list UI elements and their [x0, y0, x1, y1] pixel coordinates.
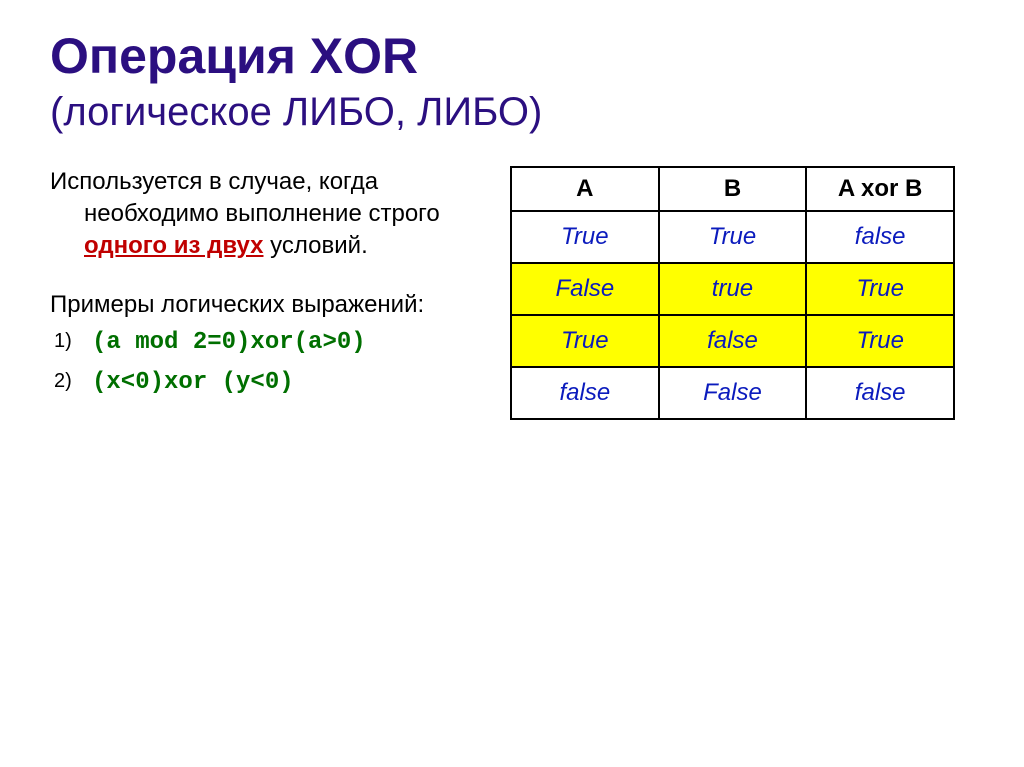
table-cell: True	[806, 315, 954, 367]
title-block: Операция XOR (логическое ЛИБО, ЛИБО)	[50, 28, 974, 136]
intro-accent: одного из двух	[84, 232, 263, 259]
intro-paragraph: Используется в случае, когда необходимо …	[50, 166, 480, 263]
table-cell: false	[806, 367, 954, 419]
examples-list: (a mod 2=0)xor(a>0) (x<0)xor (y<0)	[50, 325, 480, 400]
text-column: Используется в случае, когда необходимо …	[50, 166, 480, 406]
col-result: A xor B	[806, 167, 954, 211]
table-cell: False	[511, 263, 659, 315]
table-cell: False	[659, 367, 807, 419]
table-body: TrueTruefalseFalsetrueTrueTruefalseTruef…	[511, 211, 954, 419]
table-cell: True	[806, 263, 954, 315]
table-row: falseFalsefalse	[511, 367, 954, 419]
table-header-row: A B A xor B	[511, 167, 954, 211]
slide: Операция XOR (логическое ЛИБО, ЛИБО) Исп…	[0, 0, 1024, 767]
code-example: (x<0)xor (y<0)	[92, 369, 294, 396]
slide-subtitle: (логическое ЛИБО, ЛИБО)	[50, 88, 974, 136]
list-item: (x<0)xor (y<0)	[92, 365, 480, 399]
table-cell: True	[511, 315, 659, 367]
table-row: TrueTruefalse	[511, 211, 954, 263]
examples-label: Примеры логических выражений:	[50, 289, 480, 321]
table-cell: true	[659, 263, 807, 315]
table-row: TruefalseTrue	[511, 315, 954, 367]
table-row: FalsetrueTrue	[511, 263, 954, 315]
col-b: B	[659, 167, 807, 211]
intro-tail: условий.	[263, 232, 367, 259]
intro-lead: Используется в случае, когда необходимо …	[50, 168, 440, 227]
code-example: (a mod 2=0)xor(a>0)	[92, 329, 366, 356]
table-cell: True	[659, 211, 807, 263]
list-item: (a mod 2=0)xor(a>0)	[92, 325, 480, 359]
slide-title: Операция XOR	[50, 28, 974, 86]
table-cell: True	[511, 211, 659, 263]
table-column: A B A xor B TrueTruefalseFalsetrueTrueTr…	[510, 166, 955, 420]
content-columns: Используется в случае, когда необходимо …	[50, 166, 974, 420]
table-cell: false	[659, 315, 807, 367]
table-cell: false	[511, 367, 659, 419]
truth-table: A B A xor B TrueTruefalseFalsetrueTrueTr…	[510, 166, 955, 420]
col-a: A	[511, 167, 659, 211]
table-cell: false	[806, 211, 954, 263]
